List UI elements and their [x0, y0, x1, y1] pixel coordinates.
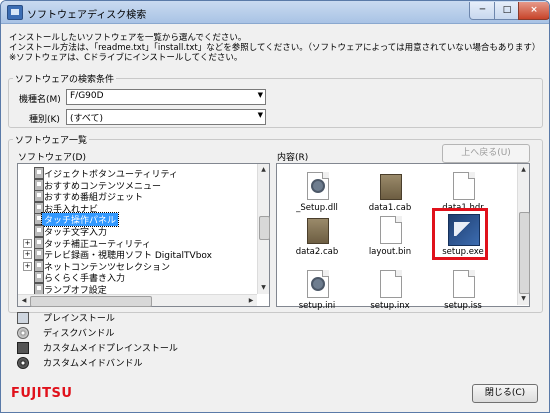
- search-conditions-label: ソフトウェアの検索条件: [13, 72, 117, 85]
- expand-icon[interactable]: +: [23, 250, 32, 260]
- close-window-button[interactable]: ×: [518, 2, 549, 20]
- file-name: data2.cab: [295, 247, 339, 257]
- tree-item[interactable]: イジェクトボタンユーティリティ: [22, 167, 254, 180]
- software-icon: [34, 271, 44, 284]
- tree-item[interactable]: お手入れナビ: [22, 201, 254, 215]
- tree-item[interactable]: + タッチ補正ユーティリティ: [22, 236, 254, 250]
- document-icon: [380, 216, 402, 244]
- tree-item[interactable]: タッチ操作パネル: [22, 212, 254, 228]
- document-icon: [453, 172, 475, 200]
- fujitsu-logo: FUJITSU: [11, 386, 73, 401]
- minimize-button[interactable]: ─: [469, 2, 496, 20]
- software-disk-search-window: ソフトウェアディスク検索 ─ □ × インストールしたいソフトウェアを一覧から選…: [0, 0, 550, 413]
- software-column-label: ソフトウェア(D): [18, 153, 86, 163]
- document-icon: [453, 270, 475, 298]
- tree-item[interactable]: らくらく手書き入力: [22, 271, 254, 284]
- tree-hscroll-thumb[interactable]: [30, 296, 152, 307]
- setup-exe-highlight: [432, 208, 488, 260]
- window-title: ソフトウェアディスク検索: [27, 10, 147, 21]
- software-icon: [34, 248, 44, 261]
- contents-vertical-scrollbar[interactable]: ▲ ▼: [517, 164, 530, 305]
- contents-scroll-thumb[interactable]: [519, 212, 530, 294]
- type-select[interactable]: (すべて) ▼: [66, 109, 266, 125]
- tree-item[interactable]: おすすめコンテンツメニュー: [22, 178, 254, 192]
- type-label: 種別(K): [29, 115, 60, 125]
- maximize-button[interactable]: □: [494, 2, 520, 20]
- file-name: layout.bin: [368, 247, 412, 257]
- tree-vertical-scrollbar[interactable]: ▲ ▼: [257, 164, 270, 294]
- preinstall-icon: [17, 312, 29, 324]
- app-icon: [7, 5, 23, 20]
- file-item[interactable]: setup.inx: [354, 264, 426, 316]
- settings-file-icon: [307, 172, 329, 200]
- tree-scroll-thumb[interactable]: [259, 216, 270, 240]
- file-item[interactable]: setup.iss: [427, 264, 499, 316]
- settings-file-icon: [307, 270, 329, 298]
- tree-horizontal-scrollbar[interactable]: ◀ ▶: [18, 294, 257, 307]
- gear-icon: [311, 179, 325, 193]
- scroll-up-icon[interactable]: ▲: [258, 164, 269, 176]
- cab-file-icon: [307, 218, 329, 244]
- up-back-button[interactable]: 上へ戻る(U): [442, 144, 530, 163]
- file-item[interactable]: layout.bin: [354, 210, 426, 262]
- software-icon: [34, 190, 44, 203]
- scroll-down-icon[interactable]: ▼: [518, 293, 529, 305]
- disc-icon: [17, 327, 29, 339]
- software-icon: [34, 236, 44, 249]
- scroll-right-icon[interactable]: ▶: [245, 295, 257, 306]
- scroll-up-icon[interactable]: ▲: [518, 164, 529, 176]
- software-icon: [34, 167, 44, 179]
- document-icon: [380, 270, 402, 298]
- software-list-label: ソフトウェア一覧: [13, 133, 90, 146]
- file-name: setup.inx: [370, 301, 410, 311]
- file-item[interactable]: setup.ini: [281, 264, 353, 316]
- model-label: 機種名(M): [19, 95, 61, 105]
- contents-column-label: 内容(R): [277, 153, 309, 163]
- custom-preinstall-icon: [17, 342, 29, 354]
- file-name: setup.ini: [298, 301, 336, 311]
- model-value: F/G90D: [70, 91, 104, 101]
- expand-icon[interactable]: +: [23, 238, 32, 248]
- software-tree[interactable]: イジェクトボタンユーティリティ おすすめコンテンツメニュー おすすめ番組ガジェットお…: [17, 163, 270, 307]
- model-select[interactable]: F/G90D ▼: [66, 89, 266, 105]
- tree-item[interactable]: + テレビ録画・視聴用ソフト DigitalTVbox: [22, 248, 254, 261]
- software-icon: [34, 201, 44, 214]
- software-icon: [34, 259, 44, 272]
- title-bar: ソフトウェアディスク検索 ─ □ ×: [1, 1, 549, 24]
- file-name: setup.iss: [444, 301, 482, 311]
- instruction-line: ※ソフトウェアは、Cドライブにインストールしてください。: [9, 53, 243, 63]
- file-item[interactable]: data2.cab: [281, 210, 353, 262]
- software-icon: [34, 178, 44, 191]
- close-button[interactable]: 閉じる(C): [472, 384, 538, 403]
- chevron-down-icon: ▼: [257, 91, 263, 99]
- scroll-left-icon[interactable]: ◀: [18, 295, 30, 306]
- chevron-down-icon: ▼: [257, 111, 263, 119]
- type-value: (すべて): [70, 114, 104, 124]
- tree-item[interactable]: おすすめ番組ガジェット: [22, 190, 254, 203]
- tree-item[interactable]: タッチ文字入力: [22, 225, 254, 238]
- expand-icon[interactable]: +: [23, 261, 32, 271]
- software-icon: [34, 225, 44, 237]
- cab-file-icon: [380, 174, 402, 200]
- tree-item[interactable]: + ネットコンテンツセレクション: [22, 259, 254, 273]
- contents-panel[interactable]: _Setup.dll data1.cab data1.hdr data2.cab lay…: [276, 163, 530, 311]
- custom-disc-icon: [17, 357, 29, 369]
- scroll-down-icon[interactable]: ▼: [258, 282, 269, 294]
- gear-icon: [311, 277, 325, 291]
